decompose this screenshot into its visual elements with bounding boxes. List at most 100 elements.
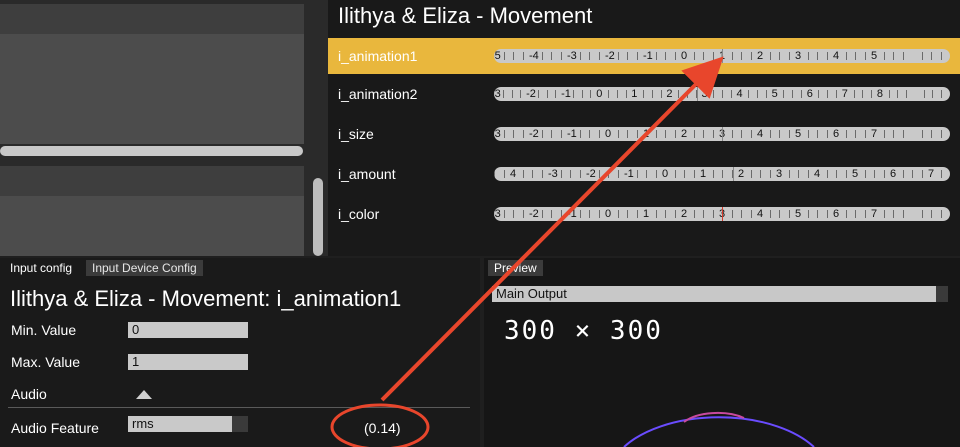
slider-tick xyxy=(897,90,899,98)
slider-tick xyxy=(608,170,609,178)
slider-tick xyxy=(646,170,647,178)
slider-tick-label: -3 xyxy=(548,168,558,180)
param-slider-i_animation1[interactable]: -5-4-3-2-1012345 xyxy=(494,49,950,63)
max-value-field[interactable]: 1 xyxy=(128,354,248,370)
slider-tick xyxy=(636,210,638,218)
slider-tick xyxy=(712,52,714,60)
slider-tick xyxy=(712,210,714,218)
slider-tick xyxy=(940,52,942,60)
slider-tick xyxy=(748,90,750,98)
slider-tick-label: 4 xyxy=(757,128,764,140)
slider-value-marker[interactable] xyxy=(722,49,723,63)
slider-tick xyxy=(836,90,837,98)
param-label: i_amount xyxy=(338,166,396,182)
left-top-panel xyxy=(0,0,328,256)
slider-tick-label: 0 xyxy=(605,128,612,140)
slider-tick xyxy=(674,130,676,138)
slider-tick xyxy=(555,90,557,98)
slider-tick xyxy=(617,130,619,138)
slider-value-marker[interactable] xyxy=(722,127,723,141)
param-row-i_size[interactable]: i_size-3-2-101234567 xyxy=(328,116,960,152)
vertical-scrollbar[interactable] xyxy=(313,178,323,256)
slider-tick xyxy=(560,130,562,138)
slider-tick xyxy=(511,90,513,98)
slider-tick-label: 3 xyxy=(795,50,802,62)
slider-value-marker[interactable] xyxy=(697,87,699,101)
slider-tick xyxy=(703,210,704,218)
collapse-triangle-icon[interactable] xyxy=(136,390,152,399)
slider-tick-label: -3 xyxy=(494,88,501,100)
slider-tick-label: -1 xyxy=(643,50,653,62)
slider-tick xyxy=(798,170,799,178)
slider-tick-label: 0 xyxy=(605,208,612,220)
slider-tick xyxy=(769,52,771,60)
param-row-i_animation1[interactable]: i_animation1-5-4-3-2-1012345 xyxy=(328,38,960,74)
slider-tick xyxy=(845,130,847,138)
param-label: i_size xyxy=(338,126,374,142)
content-area-2 xyxy=(0,196,304,256)
slider-tick xyxy=(817,210,818,218)
audio-feature-select[interactable]: rms xyxy=(128,416,232,432)
slider-tick xyxy=(741,52,742,60)
slider-value-marker[interactable] xyxy=(733,167,735,181)
slider-tick xyxy=(503,130,505,138)
slider-tick xyxy=(874,170,875,178)
slider-tick xyxy=(817,52,818,60)
param-slider-i_amount[interactable]: 4 -3 -2 -1 0 1 2 3 4 5 6 7 xyxy=(494,167,950,181)
min-value-field[interactable]: 0 xyxy=(128,322,248,338)
slider-tick xyxy=(655,210,657,218)
param-row-i_animation2[interactable]: i_animation2 -3 -2 -1 0 1 2 3 4 5 6 7 8 xyxy=(328,76,960,112)
param-row-i_amount[interactable]: i_amount 4 -3 -2 -1 0 1 2 3 4 5 6 7 xyxy=(328,156,960,192)
slider-tick-label: 4 xyxy=(814,168,821,180)
slider-tick-label: 0 xyxy=(662,168,669,180)
slider-tick xyxy=(800,90,802,98)
slider-tick xyxy=(655,170,657,178)
slider-tick xyxy=(678,90,680,98)
slider-tick xyxy=(617,210,619,218)
slider-tick-label: -1 xyxy=(624,168,634,180)
slider-tick xyxy=(827,90,829,98)
slider-tick xyxy=(921,210,923,218)
param-label: i_color xyxy=(338,206,380,222)
slider-tick xyxy=(581,90,583,98)
param-slider-i_color[interactable]: -3-2-101234567 xyxy=(494,207,950,221)
slider-tick xyxy=(845,170,847,178)
slider-tick xyxy=(590,90,592,98)
slider-tick xyxy=(520,90,522,98)
slider-tick-label: -3 xyxy=(494,128,501,140)
slider-tick xyxy=(864,210,866,218)
slider-tick xyxy=(940,210,942,218)
slider-tick-label: 7 xyxy=(871,128,878,140)
slider-tick-label: -1 xyxy=(567,128,577,140)
slider-tick xyxy=(513,52,514,60)
slider-tick xyxy=(826,210,828,218)
slider-tick xyxy=(693,170,695,178)
min-value-label: Min. Value xyxy=(11,322,77,338)
tab-input-device-config[interactable]: Input Device Config xyxy=(86,260,203,276)
slider-tick-label: 7 xyxy=(841,88,848,100)
slider-tick xyxy=(551,52,552,60)
slider-tick xyxy=(684,170,685,178)
slider-tick xyxy=(643,90,645,98)
slider-tick xyxy=(722,90,723,98)
slider-tick xyxy=(750,52,752,60)
slider-tick-label: -2 xyxy=(529,128,539,140)
slider-tick xyxy=(513,130,514,138)
horizontal-scrollbar[interactable] xyxy=(0,146,303,156)
slider-tick xyxy=(853,90,855,98)
slider-tick xyxy=(788,170,790,178)
slider-tick xyxy=(589,52,590,60)
tab-input-config[interactable]: Input config xyxy=(4,260,79,276)
param-slider-i_size[interactable]: -3-2-101234567 xyxy=(494,127,950,141)
slider-tick xyxy=(769,130,771,138)
param-slider-i_animation2[interactable]: -3 -2 -1 0 1 2 3 4 5 6 7 8 xyxy=(494,87,950,101)
slider-tick xyxy=(651,90,653,98)
slider-tick xyxy=(513,210,514,218)
slider-tick xyxy=(731,170,733,178)
param-row-i_color[interactable]: i_color -3-2-101234567 xyxy=(328,196,960,232)
slider-tick xyxy=(923,90,925,98)
slider-tick xyxy=(862,90,864,98)
slider-value-marker[interactable] xyxy=(722,207,723,221)
slider-tick xyxy=(598,170,600,178)
audio-feature-dropdown-arrow[interactable] xyxy=(232,416,248,432)
